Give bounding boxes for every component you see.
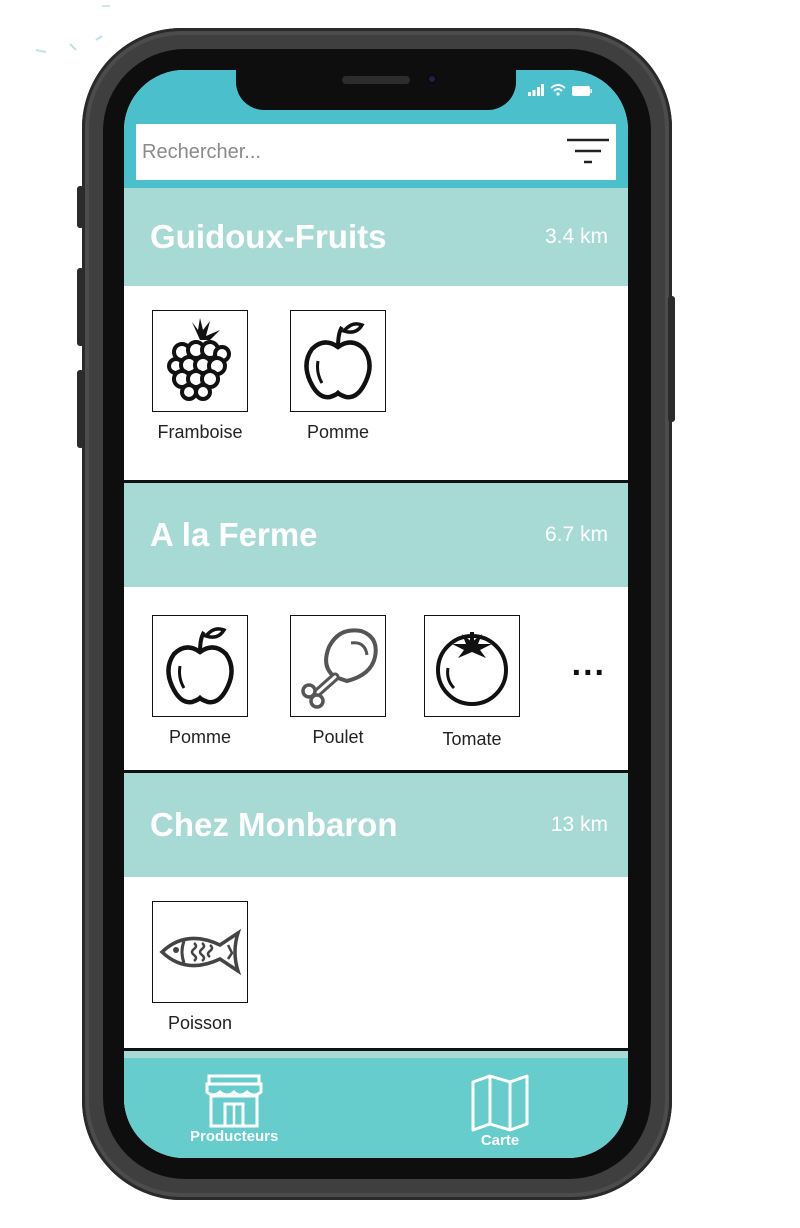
signal-icon <box>528 84 544 96</box>
producer-distance: 6.7 km <box>544 523 608 546</box>
filter-icon <box>567 138 609 164</box>
product-icon-box <box>152 615 248 717</box>
phone-side-button-silent <box>77 186 84 228</box>
producer-name: Chez Monbaron <box>150 806 398 843</box>
product-item[interactable]: Poisson <box>152 901 248 1034</box>
producer-name: Guidoux-Fruits <box>150 218 387 255</box>
filter-button[interactable] <box>560 124 616 180</box>
product-item[interactable]: Pomme <box>152 615 248 748</box>
product-label: Tomate <box>442 729 502 749</box>
producer-header[interactable]: A la Ferme 6.7 km <box>124 483 628 587</box>
search-bar <box>124 118 628 188</box>
product-label: Framboise <box>157 422 243 442</box>
earpiece-speaker <box>342 76 410 84</box>
chicken-leg-icon <box>301 628 378 709</box>
producer-header[interactable]: Guidoux-Fruits 3.4 km <box>124 188 628 286</box>
producer-list: Guidoux-Fruits 3.4 km Framboise Pomme A … <box>124 188 628 1111</box>
tab-carte[interactable]: Carte <box>470 1074 530 1149</box>
producer-name: A la Ferme <box>150 516 318 553</box>
tab-bar: Producteurs Carte <box>124 1058 628 1158</box>
notch <box>236 70 516 110</box>
wifi-icon <box>550 84 566 96</box>
search-container <box>136 124 616 180</box>
product-icon-box <box>152 310 248 412</box>
front-camera <box>426 73 438 85</box>
product-row: Framboise Pomme <box>124 286 628 480</box>
product-label: Poulet <box>312 727 364 747</box>
tomato-icon <box>436 632 508 706</box>
product-icon-box <box>424 615 520 717</box>
map-icon <box>471 1074 529 1132</box>
product-icon-box <box>290 310 386 412</box>
product-label: Pomme <box>168 727 231 747</box>
product-item[interactable]: Pomme <box>290 310 386 443</box>
product-row: Pomme Poulet Tomate ... <box>124 587 628 770</box>
shop-icon <box>205 1074 263 1128</box>
battery-icon <box>572 86 592 96</box>
tab-producteurs[interactable]: Producteurs <box>190 1074 278 1145</box>
fish-icon <box>159 928 242 976</box>
product-item[interactable]: Poulet <box>290 615 386 748</box>
tab-label: Carte <box>480 1132 520 1149</box>
product-item[interactable]: Framboise <box>152 310 248 443</box>
product-item[interactable]: Tomate <box>424 615 520 750</box>
producer-header[interactable]: Chez Monbaron 13 km <box>124 773 628 877</box>
phone-volume-up-button <box>77 268 84 346</box>
app-screen: Guidoux-Fruits 3.4 km <box>124 70 628 1158</box>
product-row: Poisson <box>124 877 628 1048</box>
apple-icon <box>166 627 234 705</box>
raspberry-icon <box>167 318 231 401</box>
product-icon-box <box>152 901 248 1003</box>
producer-card: Guidoux-Fruits 3.4 km Framboise Pomme <box>124 188 628 483</box>
decorative-marks <box>35 5 110 53</box>
product-icon-box <box>290 615 386 717</box>
producer-distance: 13 km <box>550 813 608 836</box>
search-input[interactable] <box>140 131 560 173</box>
tab-label: Producteurs <box>190 1128 279 1145</box>
producer-card: Chez Monbaron 13 km Poisson <box>124 773 628 1051</box>
product-label: Pomme <box>306 422 369 442</box>
phone-power-button <box>668 296 675 422</box>
product-label: Poisson <box>167 1013 233 1033</box>
producer-distance: 3.4 km <box>544 225 608 248</box>
more-products-button[interactable]: ... <box>572 645 606 684</box>
producer-card: A la Ferme 6.7 km Pomme Poulet Tomate ..… <box>124 483 628 773</box>
status-icons <box>528 82 592 96</box>
apple-icon <box>304 322 372 400</box>
phone-volume-down-button <box>77 370 84 448</box>
